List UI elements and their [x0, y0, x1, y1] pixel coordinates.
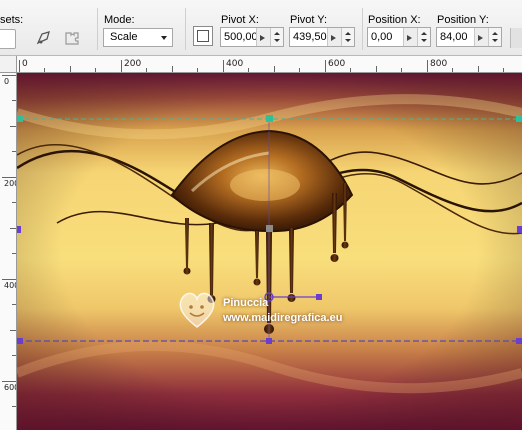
ruler-label: 800 [430, 59, 448, 69]
pivot-y-spinner[interactable] [341, 28, 354, 46]
pivot-x-value: 500,00 [224, 31, 258, 43]
position-x-spinner[interactable] [417, 28, 430, 46]
ruler-label: 600 [4, 383, 16, 392]
edit-selection-icon[interactable] [34, 28, 54, 48]
chevron-down-icon [161, 36, 167, 40]
mode-select[interactable]: Scale [103, 28, 173, 47]
mode-select-value: Scale [110, 31, 138, 43]
pivot-y-field[interactable]: 439,50 [289, 27, 355, 47]
ruler-label: 200 [124, 59, 142, 69]
handle-top-left [17, 115, 23, 122]
position-x-field[interactable]: 0,00 [367, 27, 431, 47]
position-y-value: 84,00 [440, 31, 468, 43]
toolbar-separator [97, 8, 98, 50]
position-y-field[interactable]: 84,00 [436, 27, 502, 47]
pivot-x-spinner[interactable] [270, 28, 283, 46]
ruler-label: 0 [22, 59, 28, 69]
transform-icon[interactable] [193, 26, 213, 46]
handle-middle-right [517, 226, 522, 233]
pivot-y-label: Pivot Y: [290, 14, 328, 26]
watermark: Pinuccia www.maidiregrafica.eu [175, 283, 375, 343]
presets-dropdown[interactable] [0, 29, 16, 49]
heart-logo-icon [179, 292, 215, 328]
slider-arrow-icon[interactable] [403, 28, 417, 46]
handle-bottom-right [516, 338, 522, 344]
slider-arrow-icon[interactable] [474, 28, 488, 46]
pivot-x-label: Pivot X: [221, 14, 259, 26]
handle-top-right [516, 115, 522, 122]
handle-top-center [266, 115, 273, 122]
ruler-label: 200 [4, 179, 16, 188]
pivot-x-field[interactable]: 500,00 [220, 27, 284, 47]
horizontal-ruler[interactable]: 0 200 400 600 800 [17, 56, 522, 73]
slider-arrow-icon[interactable] [327, 28, 341, 46]
mode-label: Mode: [104, 14, 135, 26]
position-y-spinner[interactable] [488, 28, 501, 46]
slider-arrow-icon[interactable] [256, 28, 270, 46]
toolbar-separator [362, 8, 363, 50]
presets-label: sets: [0, 14, 24, 26]
ruler-label: 0 [4, 77, 10, 86]
position-x-label: Position X: [368, 14, 421, 26]
handle-middle-left [17, 226, 21, 233]
toolbar-separator [185, 8, 186, 50]
pivot-y-value: 439,50 [293, 31, 327, 43]
pivot-handle [266, 225, 273, 232]
position-x-value: 0,00 [371, 31, 393, 43]
ruler-label: 600 [328, 59, 346, 69]
ruler-label: 400 [4, 281, 16, 290]
image-canvas[interactable]: Pinuccia www.maidiregrafica.eu [17, 73, 522, 430]
vertical-ruler[interactable]: 0 200 400 600 [0, 73, 17, 430]
handle-bottom-left [17, 338, 23, 344]
ruler-corner [0, 56, 17, 73]
position-y-label: Position Y: [437, 14, 489, 26]
tool-options-bar: sets: Mode: Scale Pivot X: 500,00 Pivot … [0, 0, 522, 56]
watermark-url: www.maidiregrafica.eu [223, 312, 343, 324]
vertical-ruler-ticks [2, 75, 16, 407]
ruler-label: 400 [226, 59, 244, 69]
puzzle-icon[interactable] [62, 28, 82, 48]
lens-highlight [230, 169, 300, 201]
toolbar-overflow-button[interactable] [510, 28, 522, 48]
watermark-name: Pinuccia [223, 297, 269, 309]
